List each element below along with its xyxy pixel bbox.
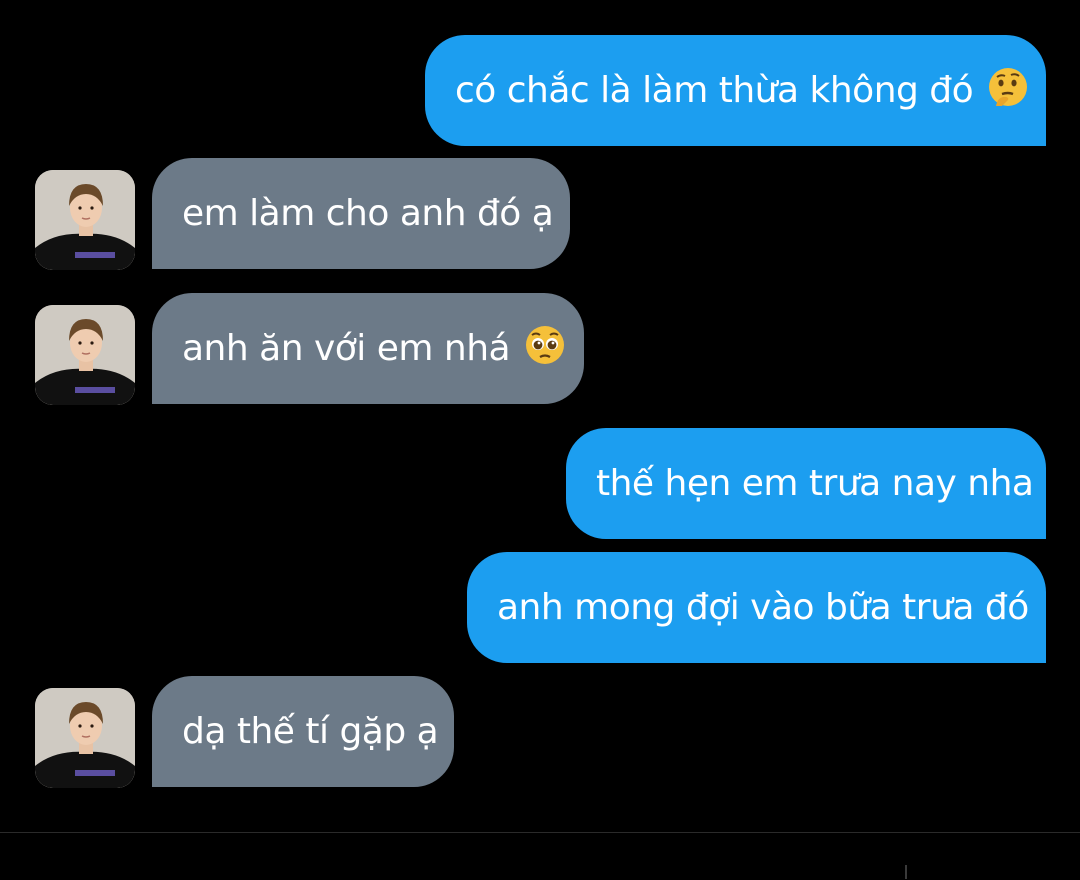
- message-text: anh mong đợi vào bữa trưa đó: [497, 586, 1029, 628]
- message-input-bar[interactable]: [0, 832, 1080, 880]
- message-bubble-outgoing[interactable]: thế hẹn em trưa nay nha: [566, 428, 1046, 539]
- message-bubble-outgoing[interactable]: có chắc là làm thừa không đó: [425, 35, 1046, 146]
- message-bubble-incoming[interactable]: anh ăn với em nhá: [152, 293, 584, 404]
- message-text: anh ăn với em nhá: [182, 327, 511, 369]
- pleading-face-emoji-icon: [524, 324, 566, 373]
- message-bubble-incoming[interactable]: em làm cho anh đó ạ: [152, 158, 570, 269]
- message-text: thế hẹn em trưa nay nha: [596, 462, 1034, 504]
- message-text: em làm cho anh đó ạ: [182, 192, 554, 234]
- message-text: dạ thế tí gặp ạ: [182, 710, 439, 752]
- text-cursor: [905, 865, 907, 879]
- thinking-face-emoji-icon: [987, 66, 1029, 115]
- avatar[interactable]: [35, 170, 135, 270]
- message-bubble-incoming[interactable]: dạ thế tí gặp ạ: [152, 676, 454, 787]
- message-text: có chắc là làm thừa không đó: [455, 69, 974, 111]
- avatar[interactable]: [35, 305, 135, 405]
- avatar[interactable]: [35, 688, 135, 788]
- message-bubble-outgoing[interactable]: anh mong đợi vào bữa trưa đó: [467, 552, 1046, 663]
